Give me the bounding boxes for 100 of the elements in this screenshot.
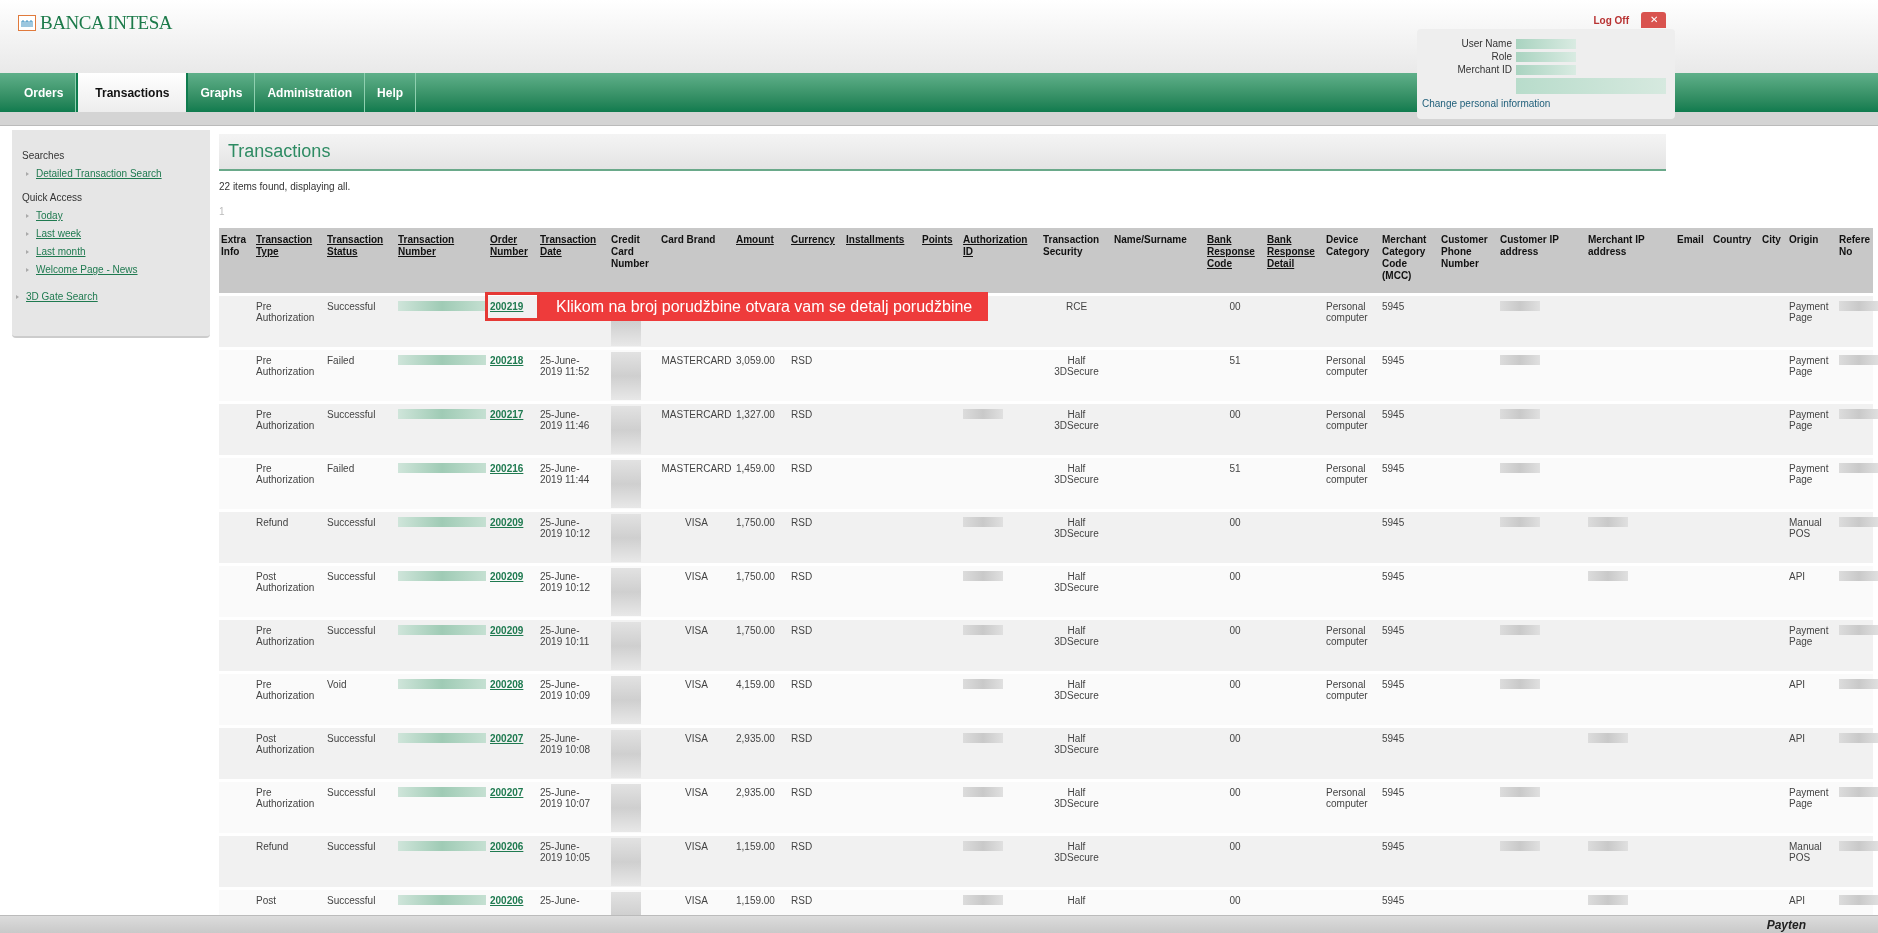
order-link[interactable]: 200207 — [490, 732, 524, 744]
response-code: 51 — [1229, 462, 1241, 474]
column-header: Customer IP address — [1500, 234, 1560, 258]
security-type: Half 3DSecure — [1053, 678, 1100, 701]
card-brand: VISA — [685, 624, 708, 636]
transaction-date: 25-June-2019 10:05 — [540, 840, 592, 863]
order-link[interactable]: 200216 — [490, 462, 524, 474]
transaction-date: 25-June-2019 11:52 — [540, 354, 591, 377]
security-type: Half 3DSecure — [1053, 354, 1100, 377]
order-link[interactable]: 200206 — [490, 894, 524, 906]
order-link[interactable]: 200209 — [490, 516, 524, 528]
amount-value: 1,159.00 — [736, 894, 775, 906]
card-brand: MASTERCARD — [661, 354, 732, 366]
close-button[interactable]: ✕ — [1641, 12, 1666, 28]
card-brand: VISA — [685, 894, 708, 906]
column-header: Extra Info — [221, 234, 247, 258]
mcc-code: 5945 — [1382, 678, 1405, 690]
transaction-type: Post Authorization — [256, 732, 315, 755]
origin-channel: Payment Page — [1789, 300, 1829, 323]
transaction-date: 25-June-2019 10:12 — [540, 570, 592, 593]
field-label: Role — [1490, 50, 1512, 64]
column-header: Transaction Security — [1043, 234, 1101, 258]
sidebar-link[interactable]: Welcome Page - News — [36, 262, 138, 277]
order-link[interactable]: 200206 — [490, 840, 524, 852]
column-sort-link[interactable]: Installments — [846, 234, 918, 246]
log-off-link[interactable]: Log Off — [1593, 12, 1629, 28]
order-link[interactable]: 200218 — [490, 354, 524, 366]
column-sort-link[interactable]: Bank Response Detail — [1267, 234, 1322, 270]
origin-channel: Payment Page — [1789, 624, 1829, 647]
column-sort-link[interactable]: Bank Response Code — [1207, 234, 1263, 270]
transaction-date: 25-June-2019 10:07 — [540, 786, 592, 809]
redacted-block — [1516, 64, 1576, 75]
card-brand: VISA — [685, 570, 708, 582]
change-info-link[interactable]: Change personal information — [1422, 96, 1551, 111]
sidebar-link[interactable]: Today — [36, 208, 63, 223]
order-link[interactable]: 200207 — [490, 786, 524, 798]
redacted-block — [1516, 51, 1576, 62]
transaction-type: Refund — [256, 516, 289, 528]
transaction-date: 25-June-2019 10:08 — [540, 732, 592, 755]
currency-code: RSD — [791, 786, 813, 798]
column-sort-link[interactable]: Currency — [791, 234, 842, 246]
transaction-type: Post Authorization — [256, 570, 315, 593]
column-sort-link[interactable]: Order Number — [490, 234, 536, 258]
device-category: Personal computer — [1326, 624, 1368, 647]
column-sort-link[interactable]: Transaction Date — [540, 234, 607, 258]
transaction-status: Successful — [327, 786, 376, 798]
mcc-code: 5945 — [1382, 300, 1405, 312]
mcc-code: 5945 — [1382, 732, 1405, 744]
column-header: Credit Card Number — [611, 234, 650, 270]
origin-channel: Payment Page — [1789, 408, 1829, 431]
sidebar-link[interactable]: Last week — [36, 226, 82, 241]
order-link[interactable]: 200208 — [490, 678, 524, 690]
column-sort-link[interactable]: Amount — [736, 234, 787, 246]
column-sort-link[interactable]: Transaction Number — [398, 234, 486, 258]
bank-name: BANCA INTESA — [40, 11, 173, 35]
column-sort-link[interactable]: Points — [922, 234, 959, 246]
column-sort-link[interactable]: Transaction Status — [327, 234, 394, 258]
origin-channel: Payment Page — [1789, 786, 1829, 809]
response-code: 00 — [1229, 408, 1241, 420]
mcc-code: 5945 — [1382, 408, 1405, 420]
amount-value: 1,750.00 — [736, 570, 775, 582]
results-summary: 22 items found, displaying all. — [219, 180, 351, 194]
amount-value: 4,159.00 — [736, 678, 775, 690]
currency-code: RSD — [791, 516, 813, 528]
order-link[interactable]: 200217 — [490, 408, 524, 420]
transaction-type: Pre Authorization — [256, 408, 315, 431]
currency-code: RSD — [791, 408, 813, 420]
transaction-type: Pre Authorization — [256, 354, 315, 377]
card-brand: VISA — [685, 516, 708, 528]
transaction-date: 25-June-2019 11:46 — [540, 408, 591, 431]
order-link[interactable]: 200219 — [490, 300, 524, 312]
transaction-status: Successful — [327, 570, 376, 582]
security-type: Half 3DSecure — [1053, 840, 1100, 863]
order-link[interactable]: 200209 — [490, 624, 524, 636]
nav-tab[interactable]: Transactions — [76, 73, 189, 112]
currency-code: RSD — [791, 570, 813, 582]
mcc-code: 5945 — [1382, 624, 1405, 636]
transaction-type: Pre Authorization — [256, 786, 315, 809]
mcc-code: 5945 — [1382, 786, 1405, 798]
sidebar-link[interactable]: Last month — [36, 244, 86, 259]
sidebar-link[interactable]: 3D Gate Search — [26, 289, 98, 304]
column-header: City — [1762, 234, 1782, 246]
footer-logo: Payten — [1766, 916, 1806, 933]
currency-code: RSD — [791, 840, 813, 852]
device-category: Personal computer — [1326, 786, 1368, 809]
transaction-type: Pre Authorization — [256, 462, 315, 485]
card-brand: VISA — [685, 840, 708, 852]
response-code: 00 — [1229, 624, 1241, 636]
response-code: 00 — [1229, 732, 1241, 744]
mcc-code: 5945 — [1382, 570, 1405, 582]
response-code: 51 — [1229, 354, 1241, 366]
mcc-code: 5945 — [1382, 462, 1405, 474]
column-sort-link[interactable]: Authorization ID — [963, 234, 1039, 258]
amount-value: 1,327.00 — [736, 408, 775, 420]
origin-channel: Payment Page — [1789, 354, 1829, 377]
currency-code: RSD — [791, 624, 813, 636]
order-link[interactable]: 200209 — [490, 570, 524, 582]
sidebar-link[interactable]: Detailed Transaction Search — [36, 166, 162, 181]
column-sort-link[interactable]: Transaction Type — [256, 234, 323, 258]
security-type: RCE — [1064, 300, 1089, 312]
